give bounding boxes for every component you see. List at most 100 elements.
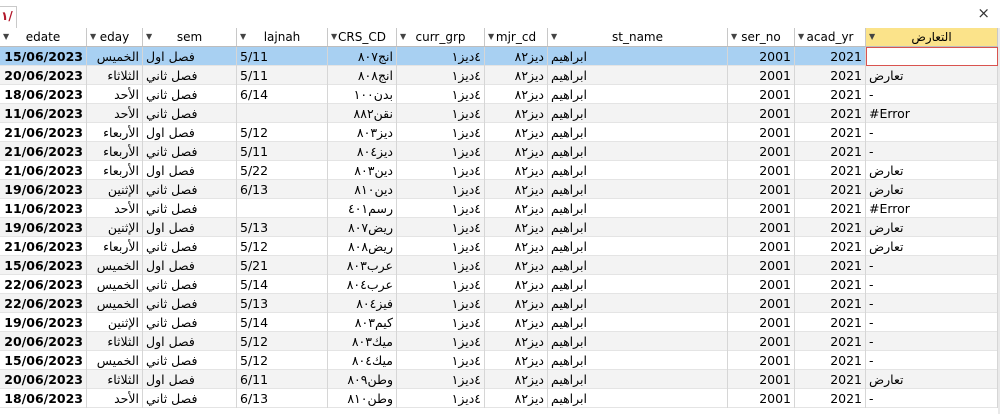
- cell-sem[interactable]: فصل ثاني: [143, 351, 237, 370]
- cell-sem[interactable]: فصل ثاني: [143, 104, 237, 123]
- cell-lajnah[interactable]: 5/12: [237, 332, 328, 351]
- cell-lajnah[interactable]: 5/13: [237, 294, 328, 313]
- column-header-conflict[interactable]: ▼ التعارض: [866, 28, 998, 46]
- cell-curr-grp[interactable]: ٤ديز١: [397, 275, 485, 294]
- cell-eday[interactable]: الثلاثاء: [87, 332, 143, 351]
- table-row[interactable]: 19/06/2023 الإثنين فصل ثاني 6/13 دين٨١٠ ٤ديز١…: [0, 180, 1000, 199]
- cell-crs-cd[interactable]: ميك٨٠٤: [328, 351, 397, 370]
- cell-curr-grp[interactable]: ٤ديز١: [397, 294, 485, 313]
- cell-sem[interactable]: فصل اول: [143, 47, 237, 66]
- cell-st-name[interactable]: ابراهيم: [548, 275, 728, 294]
- table-row[interactable]: 21/06/2023 الأربعاء فصل ثاني 5/12 ريض٨٠٨ ٤ديز…: [0, 237, 1000, 256]
- cell-ser-no[interactable]: 2001: [728, 199, 795, 218]
- cell-eday[interactable]: الإثنين: [87, 180, 143, 199]
- cell-crs-cd[interactable]: رسم٤٠١: [328, 199, 397, 218]
- table-row[interactable]: 20/06/2023 الثلاثاء فصل اول 5/12 ميك٨٠٣ ٤ديز١…: [0, 332, 1000, 351]
- cell-lajnah[interactable]: 5/21: [237, 256, 328, 275]
- cell-sem[interactable]: فصل ثاني: [143, 180, 237, 199]
- column-header-acad-yr[interactable]: ▼ acad_yr: [795, 28, 866, 46]
- cell-edate[interactable]: 15/06/2023: [0, 47, 87, 66]
- cell-curr-grp[interactable]: ٤ديز١: [397, 180, 485, 199]
- cell-mjr-cd[interactable]: ديز٨٢: [485, 256, 548, 275]
- cell-eday[interactable]: الأحد: [87, 104, 143, 123]
- cell-sem[interactable]: فصل ثاني: [143, 294, 237, 313]
- filter-dropdown-icon[interactable]: ▼: [331, 28, 337, 46]
- cell-st-name[interactable]: ابراهيم: [548, 199, 728, 218]
- close-icon[interactable]: ×: [977, 4, 990, 22]
- cell-st-name[interactable]: ابراهيم: [548, 313, 728, 332]
- cell-conflict[interactable]: #Error: [866, 199, 998, 218]
- cell-mjr-cd[interactable]: ديز٨٢: [485, 123, 548, 142]
- cell-acad-yr[interactable]: 2021: [795, 142, 866, 161]
- cell-mjr-cd[interactable]: ديز٨٢: [485, 351, 548, 370]
- column-header-crs-cd[interactable]: ▼ CRS_CD: [328, 28, 397, 46]
- cell-edate[interactable]: 20/06/2023: [0, 66, 87, 85]
- cell-crs-cd[interactable]: دين٨١٠: [328, 180, 397, 199]
- cell-edate[interactable]: 11/06/2023: [0, 199, 87, 218]
- table-row[interactable]: 22/06/2023 الخميس فصل ثاني 5/14 عرب٨٠٤ ٤ديز١ د…: [0, 275, 1000, 294]
- cell-curr-grp[interactable]: ٤ديز١: [397, 85, 485, 104]
- cell-curr-grp[interactable]: ٤ديز١: [397, 218, 485, 237]
- table-row[interactable]: 21/06/2023 الأربعاء فصل اول 5/22 دين٨٠٣ ٤ديز١…: [0, 161, 1000, 180]
- cell-sem[interactable]: فصل ثاني: [143, 66, 237, 85]
- cell-mjr-cd[interactable]: ديز٨٢: [485, 370, 548, 389]
- cell-curr-grp[interactable]: ٤ديز١: [397, 47, 485, 66]
- cell-conflict[interactable]: #Error: [866, 104, 998, 123]
- cell-mjr-cd[interactable]: ديز٨٢: [485, 332, 548, 351]
- cell-sem[interactable]: فصل اول: [143, 123, 237, 142]
- cell-st-name[interactable]: ابراهيم: [548, 104, 728, 123]
- filter-dropdown-icon[interactable]: ▼: [400, 28, 406, 46]
- cell-eday[interactable]: الإثنين: [87, 218, 143, 237]
- table-row[interactable]: 19/06/2023 الإثنين فصل اول 5/13 ريض٨٠٧ ٤ديز١ د…: [0, 218, 1000, 237]
- cell-curr-grp[interactable]: ٤ديز١: [397, 66, 485, 85]
- cell-eday[interactable]: الأحد: [87, 199, 143, 218]
- cell-eday[interactable]: الأربعاء: [87, 123, 143, 142]
- cell-sem[interactable]: فصل ثاني: [143, 199, 237, 218]
- cell-conflict[interactable]: -: [866, 85, 998, 104]
- cell-crs-cd[interactable]: وطن٨٠٩: [328, 370, 397, 389]
- cell-curr-grp[interactable]: ٤ديز١: [397, 237, 485, 256]
- cell-edate[interactable]: 21/06/2023: [0, 237, 87, 256]
- cell-curr-grp[interactable]: ٤ديز١: [397, 123, 485, 142]
- cell-crs-cd[interactable]: ديز٨٠٤: [328, 142, 397, 161]
- table-row[interactable]: 11/06/2023 الأحد فصل ثاني نقن٨٨٢ ٤ديز١ ديز٨٢ ا…: [0, 104, 1000, 123]
- cell-conflict[interactable]: تعارض: [866, 66, 998, 85]
- cell-ser-no[interactable]: 2001: [728, 351, 795, 370]
- cell-sem[interactable]: فصل ثاني: [143, 389, 237, 408]
- cell-acad-yr[interactable]: 2021: [795, 370, 866, 389]
- cell-ser-no[interactable]: 2001: [728, 218, 795, 237]
- cell-crs-cd[interactable]: نقن٨٨٢: [328, 104, 397, 123]
- cell-sem[interactable]: فصل اول: [143, 332, 237, 351]
- cell-conflict[interactable]: -: [866, 351, 998, 370]
- cell-mjr-cd[interactable]: ديز٨٢: [485, 104, 548, 123]
- cell-edate[interactable]: 20/06/2023: [0, 370, 87, 389]
- cell-sem[interactable]: فصل ثاني: [143, 142, 237, 161]
- table-row[interactable]: 15/06/2023 الخميس فصل اول 5/21 عرب٨٠٣ ٤ديز١ دي…: [0, 256, 1000, 275]
- cell-conflict[interactable]: -: [866, 256, 998, 275]
- cell-curr-grp[interactable]: ٤ديز١: [397, 104, 485, 123]
- cell-conflict[interactable]: [866, 47, 998, 66]
- table-row[interactable]: 20/06/2023 الثلاثاء فصل ثاني 5/11 انج٨٠٨ ٤ديز…: [0, 66, 1000, 85]
- cell-st-name[interactable]: ابراهيم: [548, 180, 728, 199]
- cell-acad-yr[interactable]: 2021: [795, 85, 866, 104]
- cell-acad-yr[interactable]: 2021: [795, 313, 866, 332]
- filter-dropdown-icon[interactable]: ▼: [731, 28, 737, 46]
- cell-eday[interactable]: الإثنين: [87, 313, 143, 332]
- cell-eday[interactable]: الخميس: [87, 275, 143, 294]
- cell-eday[interactable]: الأحد: [87, 389, 143, 408]
- table-row[interactable]: 15/06/2023 الخميس فصل اول 5/11 انج٨٠٧ ٤ديز١ دي…: [0, 47, 1000, 66]
- cell-st-name[interactable]: ابراهيم: [548, 332, 728, 351]
- cell-mjr-cd[interactable]: ديز٨٢: [485, 85, 548, 104]
- cell-lajnah[interactable]: 5/11: [237, 142, 328, 161]
- cell-lajnah[interactable]: 5/11: [237, 47, 328, 66]
- cell-eday[interactable]: الثلاثاء: [87, 66, 143, 85]
- filter-dropdown-icon[interactable]: ▼: [869, 28, 875, 46]
- cell-st-name[interactable]: ابراهيم: [548, 370, 728, 389]
- cell-acad-yr[interactable]: 2021: [795, 104, 866, 123]
- cell-edate[interactable]: 15/06/2023: [0, 351, 87, 370]
- cell-ser-no[interactable]: 2001: [728, 237, 795, 256]
- cell-lajnah[interactable]: 5/13: [237, 218, 328, 237]
- cell-st-name[interactable]: ابراهيم: [548, 351, 728, 370]
- filter-dropdown-icon[interactable]: ▼: [798, 28, 804, 46]
- cell-crs-cd[interactable]: عرب٨٠٣: [328, 256, 397, 275]
